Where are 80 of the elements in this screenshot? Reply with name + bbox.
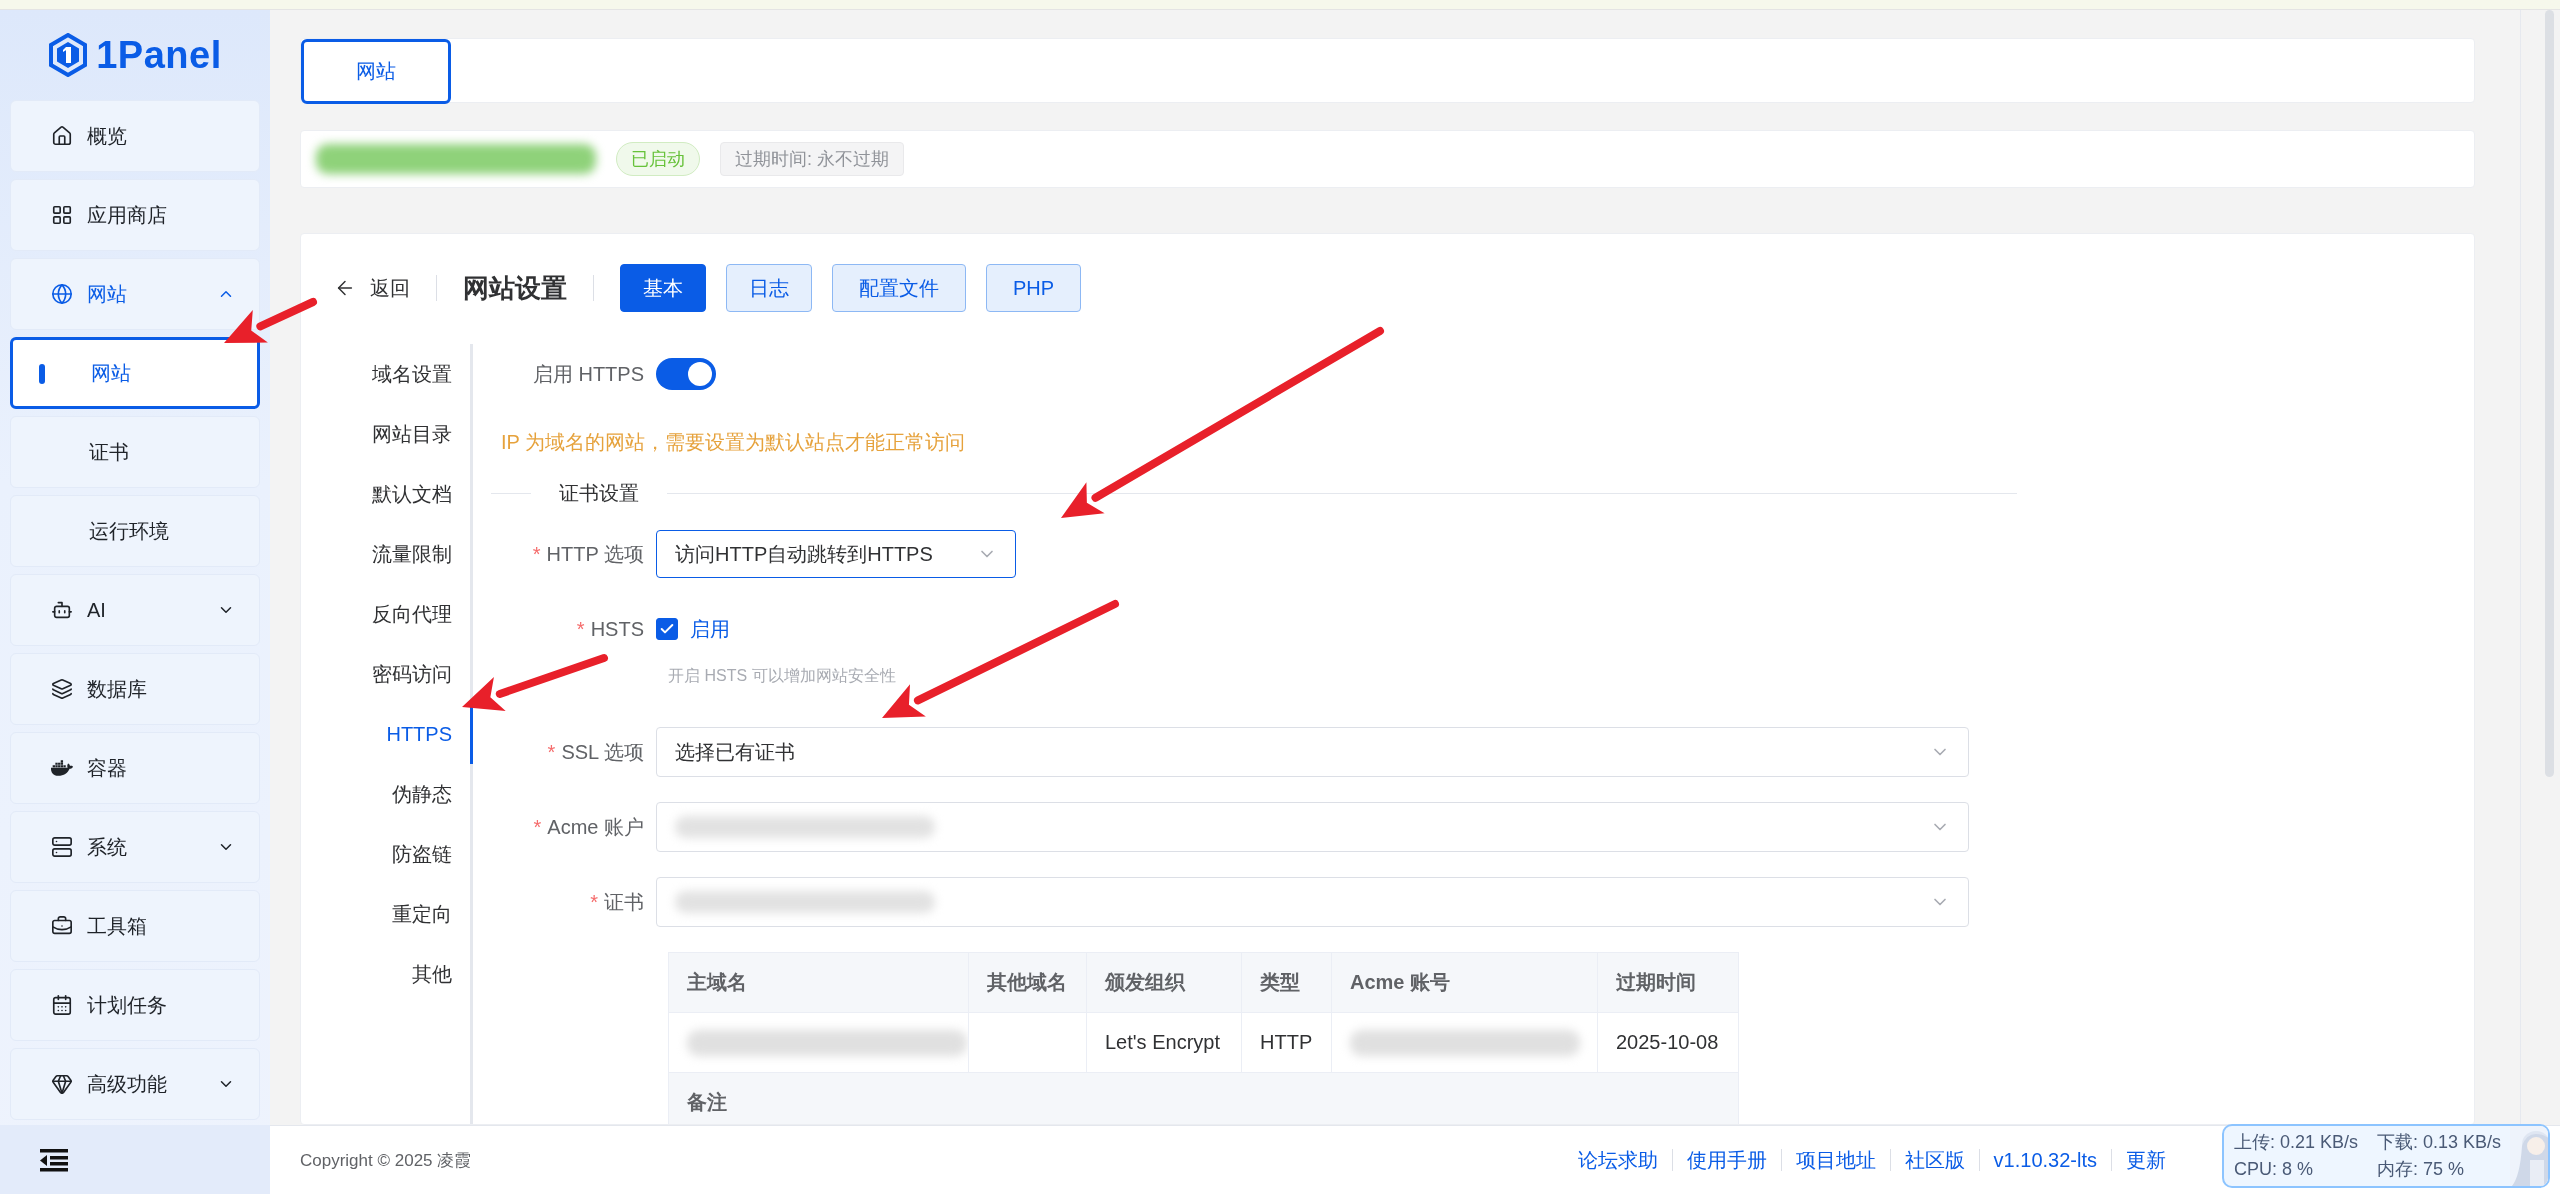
- column-header: 颁发组织: [1087, 953, 1242, 1013]
- checkbox[interactable]: 启用: [656, 615, 730, 643]
- grid-icon: [51, 204, 73, 226]
- menu-item[interactable]: AI: [10, 574, 260, 646]
- settings-nav-item[interactable]: 默认文档: [331, 464, 473, 524]
- menu-item[interactable]: 系统: [10, 811, 260, 883]
- globe-icon: [51, 283, 73, 305]
- footer-link[interactable]: 社区版: [1889, 1149, 1979, 1171]
- section-button[interactable]: 配置文件: [832, 264, 966, 312]
- field-label: * HSTS: [575, 617, 645, 641]
- select-field[interactable]: 选择已有证书: [656, 727, 1969, 777]
- column-header: 其他域名: [969, 953, 1087, 1013]
- section-button[interactable]: 日志: [726, 264, 812, 312]
- menu-item[interactable]: 概览: [10, 100, 260, 172]
- settings-nav-item[interactable]: 网站目录: [331, 404, 473, 464]
- menu-item[interactable]: 工具箱: [10, 890, 260, 962]
- select-field[interactable]: 访问HTTP自动跳转到HTTPS: [656, 530, 1016, 578]
- back-link[interactable]: 返回: [331, 274, 410, 302]
- layers-icon: [51, 678, 73, 700]
- column-header: 类型: [1242, 953, 1332, 1013]
- logo-icon: [48, 33, 89, 77]
- page-title: 网站设置: [463, 271, 567, 305]
- settings-nav-item[interactable]: 防盗链: [331, 824, 473, 884]
- download-speed: 下载: 0.13 KB/s: [2377, 1131, 2502, 1154]
- settings-nav-item[interactable]: 伪静态: [331, 764, 473, 824]
- menu-item[interactable]: 容器: [10, 732, 260, 804]
- field-label: 启用 HTTPS: [531, 361, 645, 387]
- footer-link[interactable]: 论坛求助: [1563, 1149, 1672, 1171]
- select-field[interactable]: [656, 802, 1969, 852]
- scrollbar-thumb[interactable]: [2545, 10, 2554, 777]
- hint-text: 开启 HSTS 可以增加网站安全性: [668, 665, 896, 686]
- whale-icon: [51, 757, 73, 779]
- tab[interactable]: 网站: [301, 39, 451, 104]
- status-badge: 已启动: [616, 142, 700, 176]
- toolbox-icon: [51, 915, 73, 937]
- upload-speed: 上传: 0.21 KB/s: [2234, 1131, 2359, 1154]
- menu-item[interactable]: 计划任务: [10, 969, 260, 1041]
- remark-row: 备注: [669, 1073, 1738, 1124]
- memory-usage: 内存: 75 %: [2377, 1158, 2465, 1181]
- settings-nav-item[interactable]: 其他: [331, 944, 473, 1004]
- active-indicator: [39, 364, 45, 384]
- robot-icon: [51, 599, 73, 621]
- server-icon: [51, 836, 73, 858]
- submenu-item[interactable]: 网站: [10, 337, 260, 409]
- warning-text: IP 为域名的网站，需要设置为默认站点才能正常访问: [500, 429, 966, 455]
- https-toggle[interactable]: [656, 358, 716, 390]
- submenu-item[interactable]: 证书: [10, 416, 260, 488]
- field-label: * SSL 选项: [546, 739, 645, 765]
- copyright-text: Copyright © 2025 凌霞: [300, 1149, 473, 1172]
- house-icon: [51, 125, 73, 147]
- settings-nav-item[interactable]: 域名设置: [331, 344, 473, 404]
- section-title: 证书设置: [558, 480, 640, 506]
- field-label: * 证书: [589, 889, 645, 915]
- menu-item[interactable]: 应用商店: [10, 179, 260, 251]
- section-button[interactable]: 基本: [620, 264, 706, 312]
- collapse-menu-icon[interactable]: [40, 1147, 68, 1172]
- field-label: * HTTP 选项: [531, 541, 645, 567]
- footer-link[interactable]: 使用手册: [1671, 1149, 1781, 1171]
- cpu-usage: CPU: 8 %: [2234, 1158, 2314, 1181]
- settings-nav-item[interactable]: 反向代理: [331, 584, 473, 644]
- column-header: Acme 账号: [1332, 953, 1598, 1013]
- menu-item[interactable]: 数据库: [10, 653, 260, 725]
- footer-link[interactable]: 项目地址: [1780, 1149, 1890, 1171]
- section-button[interactable]: PHP: [986, 264, 1082, 312]
- calendar-icon: [51, 994, 73, 1016]
- footer-link[interactable]: v1.10.32-lts: [1978, 1149, 2111, 1171]
- field-label: * Acme 账户: [532, 814, 645, 840]
- menu-item[interactable]: 网站: [10, 258, 260, 330]
- settings-nav-item[interactable]: 重定向: [331, 884, 473, 944]
- column-header: 过期时间: [1598, 953, 1738, 1013]
- submenu-item[interactable]: 运行环境: [10, 495, 260, 567]
- settings-nav-item[interactable]: 密码访问: [331, 644, 473, 704]
- column-header: 主域名: [669, 953, 969, 1013]
- gem-icon: [51, 1073, 73, 1095]
- footer-link[interactable]: 更新: [2111, 1149, 2180, 1171]
- menu-item[interactable]: 高级功能: [10, 1048, 260, 1120]
- select-field[interactable]: [656, 877, 1969, 927]
- expiry-tag: 过期时间: 永不过期: [720, 142, 904, 176]
- settings-nav-item[interactable]: 流量限制: [331, 524, 473, 584]
- logo-text: 1Panel: [96, 33, 222, 77]
